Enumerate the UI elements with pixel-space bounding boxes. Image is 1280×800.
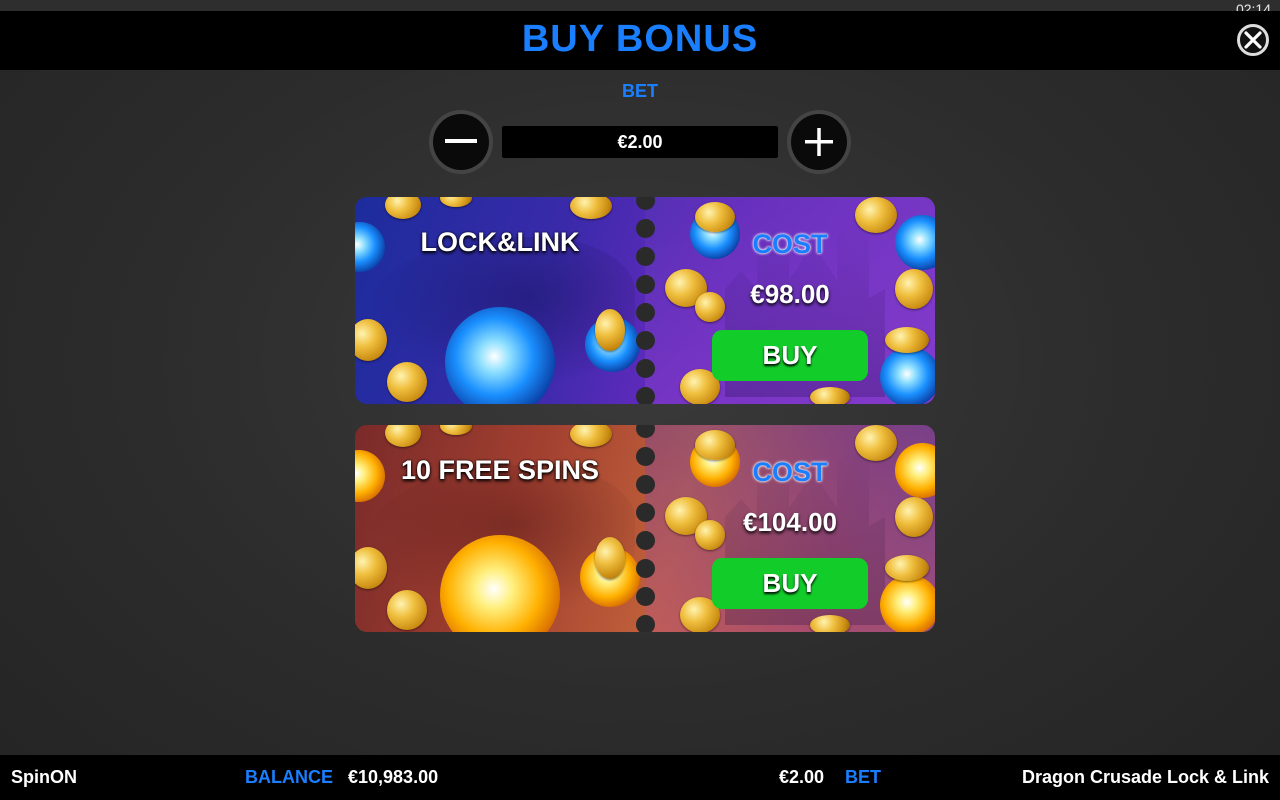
header: BUY BONUS xyxy=(0,11,1280,70)
brand-label: SpinON xyxy=(11,767,77,787)
cost-label: COST xyxy=(752,229,828,259)
coin xyxy=(385,425,421,447)
balance-value: €10,983.00 xyxy=(348,767,439,787)
close-button[interactable] xyxy=(1237,24,1269,56)
cost-value: €98.00 xyxy=(750,279,830,309)
ticket-perforation xyxy=(635,425,655,632)
bonus-name: 10 FREE SPINS xyxy=(400,455,600,485)
coin xyxy=(387,362,427,402)
buy-free-spins-button[interactable]: BUY xyxy=(712,558,868,609)
footer-bar: SpinON BALANCE €10,983.00 €2.00 BET Drag… xyxy=(0,755,1280,800)
bonus-art: LOCK&LINK xyxy=(355,197,645,404)
bonus-purchase-panel: COST €98.00 BUY xyxy=(645,197,935,404)
minus-icon xyxy=(445,139,477,143)
coin xyxy=(355,319,387,361)
coin xyxy=(595,309,625,351)
bet-value-display: €2.00 xyxy=(502,126,778,158)
coin xyxy=(885,327,929,353)
ticket-perforation xyxy=(635,197,655,404)
cost-value: €104.00 xyxy=(743,507,837,537)
coin xyxy=(387,590,427,630)
coin xyxy=(810,387,850,404)
bonus-card-free-spins: 10 FREE SPINS COST €104.00 BUY xyxy=(355,425,935,632)
coin xyxy=(855,425,897,461)
coin xyxy=(385,197,421,219)
footer-bet-value: €2.00 xyxy=(779,767,825,787)
plus-icon xyxy=(805,128,833,156)
close-icon xyxy=(1244,31,1262,49)
status-strip xyxy=(0,0,1280,11)
increase-bet-button[interactable] xyxy=(787,110,851,174)
coin xyxy=(695,430,735,460)
balance-label: BALANCE xyxy=(245,767,333,787)
coin xyxy=(855,197,897,233)
coin xyxy=(570,425,612,447)
coin xyxy=(440,197,472,207)
coin xyxy=(595,537,625,579)
bonus-art: 10 FREE SPINS xyxy=(355,425,645,632)
bet-label: BET xyxy=(622,81,658,101)
coin xyxy=(440,425,472,435)
cost-label: COST xyxy=(752,457,828,487)
page-title: BUY BONUS xyxy=(521,18,759,60)
blue-orb xyxy=(880,347,935,404)
coin xyxy=(570,197,612,219)
bonus-name: LOCK&LINK xyxy=(420,227,580,257)
decrease-bet-button[interactable] xyxy=(429,110,493,174)
bonus-purchase-panel: COST €104.00 BUY xyxy=(645,425,935,632)
coin xyxy=(695,202,735,232)
coin xyxy=(810,615,850,632)
gold-orb xyxy=(880,575,935,632)
footer-bet-label: BET xyxy=(845,767,881,787)
game-title: Dragon Crusade Lock & Link xyxy=(1021,767,1269,787)
buy-lock-link-button[interactable]: BUY xyxy=(712,330,868,381)
bonus-card-lock-link: LOCK&LINK COST €98.00 BUY xyxy=(355,197,935,404)
coin xyxy=(885,555,929,581)
coin xyxy=(355,547,387,589)
